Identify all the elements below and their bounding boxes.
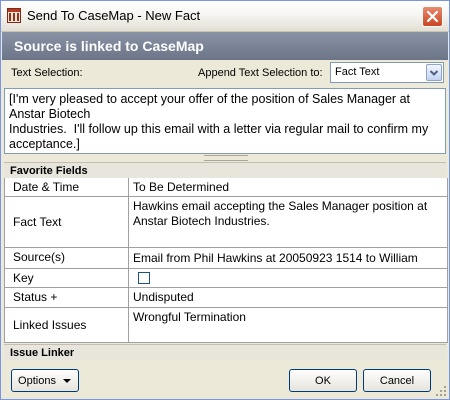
chevron-down-icon <box>429 70 439 76</box>
field-row-linked-issues[interactable]: Linked Issues Wrongful Termination <box>5 308 447 343</box>
field-value[interactable]: Wrongful Termination <box>133 310 445 325</box>
field-label: Linked Issues <box>5 308 129 342</box>
window-title: Send To CaseMap - New Fact <box>27 8 201 23</box>
casemap-app-icon <box>7 8 21 23</box>
field-label: Source(s) <box>5 248 129 268</box>
field-row-status[interactable]: Status + Undisputed <box>5 288 447 308</box>
field-label: Status + <box>5 288 129 307</box>
field-value[interactable]: Email from Phil Hawkins at 20050923 1514… <box>133 251 445 266</box>
field-value[interactable]: Undisputed <box>133 290 445 305</box>
favorite-fields-header[interactable]: Favorite Fields <box>4 162 446 178</box>
close-icon <box>426 10 439 23</box>
ok-button[interactable]: OK <box>289 369 357 392</box>
cancel-button-label: Cancel <box>379 374 415 387</box>
close-button[interactable] <box>422 6 443 27</box>
options-button[interactable]: Options <box>11 369 79 392</box>
text-selection-label: Text Selection: <box>11 67 83 79</box>
text-selection-area[interactable]: [I'm very pleased to accept your offer o… <box>4 88 446 154</box>
splitter-handle[interactable] <box>204 155 248 161</box>
field-label: Key <box>5 269 129 287</box>
field-row-key[interactable]: Key <box>5 269 447 288</box>
issue-linker-header[interactable]: Issue Linker <box>4 344 446 360</box>
field-label: Date & Time <box>5 178 129 196</box>
favorite-fields-grid: Date & Time To Be Determined Fact Text H… <box>4 178 448 343</box>
dialog-window: Send To CaseMap - New Fact Source is lin… <box>0 0 450 400</box>
options-button-label: Options <box>18 374 56 387</box>
field-row-fact-text[interactable]: Fact Text Hawkins email accepting the Sa… <box>5 197 447 248</box>
field-value[interactable]: To Be Determined <box>133 180 445 195</box>
resize-grip-icon[interactable] <box>435 385 447 397</box>
dropdown-arrow-icon <box>62 378 71 383</box>
field-value[interactable]: Hawkins email accepting the Sales Manage… <box>133 199 445 229</box>
source-link-header: Source is linked to CaseMap <box>2 32 448 60</box>
key-checkbox[interactable] <box>138 272 150 284</box>
cancel-button[interactable]: Cancel <box>363 369 431 392</box>
append-target-select[interactable]: Fact Text <box>330 62 444 83</box>
field-row-sources[interactable]: Source(s) Email from Phil Hawkins at 200… <box>5 248 447 269</box>
ok-button-label: OK <box>315 374 331 387</box>
title-bar[interactable]: Send To CaseMap - New Fact <box>1 1 449 32</box>
dropdown-button[interactable] <box>426 64 442 81</box>
field-row-date-time[interactable]: Date & Time To Be Determined <box>5 178 447 197</box>
append-selection-label: Append Text Selection to: <box>198 67 323 79</box>
field-label: Fact Text <box>5 197 129 247</box>
append-target-value: Fact Text <box>335 66 380 78</box>
